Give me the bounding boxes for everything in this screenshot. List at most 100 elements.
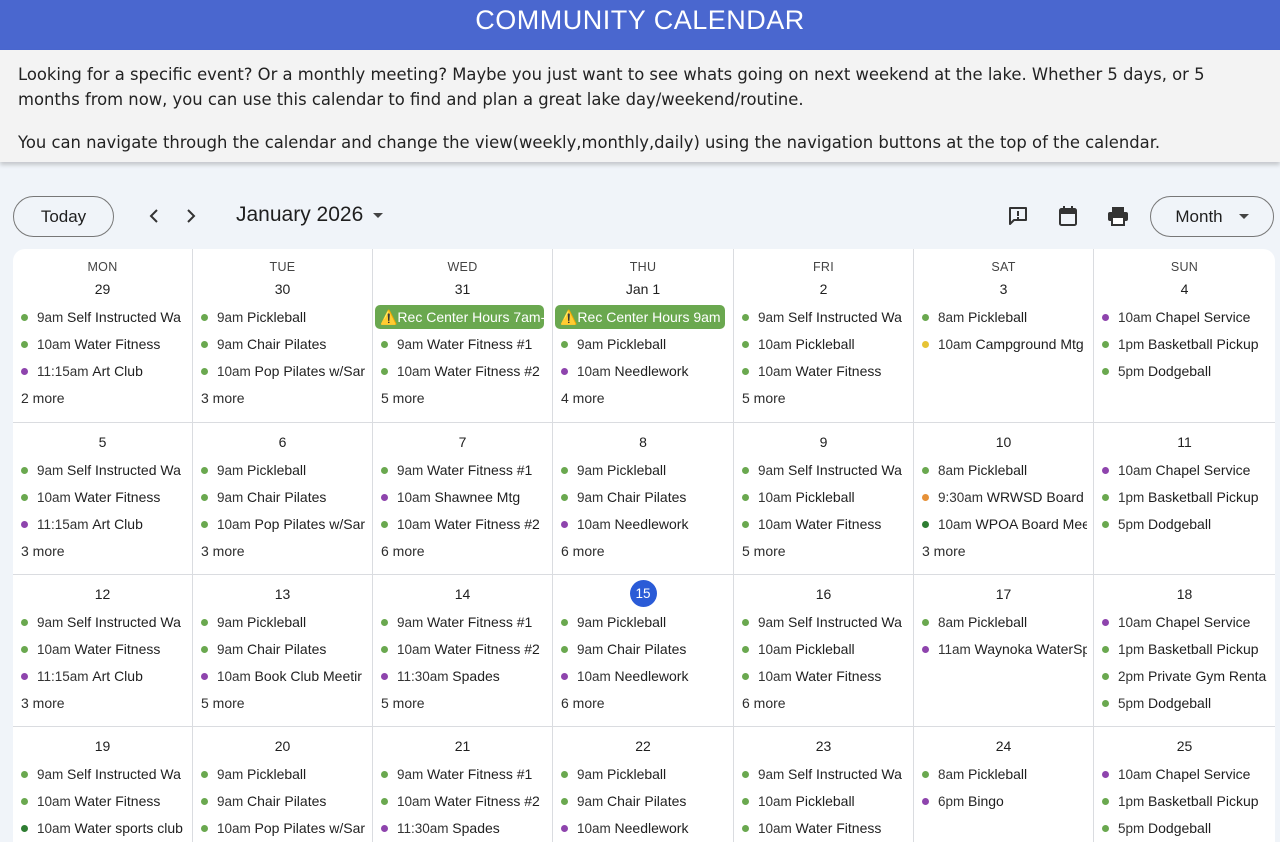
day-number[interactable]: 31 (373, 281, 552, 297)
view-selector-button[interactable]: Month (1150, 196, 1274, 237)
more-events-link[interactable]: 6 more (381, 543, 425, 559)
event-item[interactable]: 10am Pickleball (742, 333, 907, 355)
day-cell[interactable]: 25 10am Chapel Service 1pm Basketball Pick… (1094, 727, 1275, 842)
event-item[interactable]: 10am Water Fitness (21, 790, 186, 812)
day-number[interactable]: 21 (373, 738, 552, 754)
event-item[interactable]: 1pm Basketball Pickup (1102, 333, 1269, 355)
more-events-link[interactable]: 5 more (381, 390, 425, 406)
event-item[interactable]: 9am Chair Pilates (201, 333, 366, 355)
event-item[interactable]: 11:30am Spades (381, 665, 546, 687)
event-item[interactable]: 11:15am Art Club (21, 665, 186, 687)
day-cell[interactable]: 6 9am Pickleball 9am Chair Pilates 10am Pop… (193, 423, 373, 575)
day-cell[interactable]: 11 10am Chapel Service 1pm Basketball Pick… (1094, 423, 1275, 575)
event-item[interactable]: 10am Water Fitness #2 (381, 513, 546, 535)
event-item[interactable]: 9am Water Fitness #1 (381, 763, 546, 785)
day-cell[interactable]: 23 9am Self Instructed Wa 10am Pickleball 1… (734, 727, 914, 842)
calendar-icon[interactable] (1056, 204, 1080, 228)
day-cell[interactable]: 24 8am Pickleball 6pm Bingo (914, 727, 1094, 842)
day-number[interactable]: 12 (13, 586, 192, 602)
day-number[interactable]: 9 (734, 434, 913, 450)
more-events-link[interactable]: 6 more (742, 695, 786, 711)
event-item[interactable]: 10am Campground Mtg (922, 333, 1087, 355)
event-chip-allday[interactable]: ⚠️Rec Center Hours 7am- (375, 305, 544, 329)
event-item[interactable]: 10am Water Fitness #2 (381, 360, 546, 382)
day-number[interactable]: 17 (914, 586, 1093, 602)
event-item[interactable]: 10am Chapel Service (1102, 763, 1269, 785)
event-item[interactable]: 9am Pickleball (561, 763, 727, 785)
day-number[interactable]: 20 (193, 738, 372, 754)
day-number[interactable]: 15 (553, 580, 733, 607)
event-item[interactable]: 10am Water Fitness (21, 638, 186, 660)
day-number[interactable]: 6 (193, 434, 372, 450)
event-item[interactable]: 9am Pickleball (201, 306, 366, 328)
event-item[interactable]: 10am Chapel Service (1102, 611, 1269, 633)
event-item[interactable]: 9am Chair Pilates (201, 486, 366, 508)
event-item[interactable]: 10am Water Fitness (742, 513, 907, 535)
event-item[interactable]: 11:15am Art Club (21, 360, 186, 382)
more-events-link[interactable]: 5 more (201, 695, 245, 711)
event-item[interactable]: 9:30am WRWSD Board (922, 486, 1087, 508)
more-events-link[interactable]: 6 more (561, 695, 605, 711)
more-events-link[interactable]: 6 more (561, 543, 605, 559)
event-item[interactable]: 10am Pickleball (742, 486, 907, 508)
event-item[interactable]: 10am Shawnee Mtg (381, 486, 546, 508)
event-item[interactable]: 8am Pickleball (922, 763, 1087, 785)
day-number[interactable]: 4 (1094, 281, 1275, 297)
event-item[interactable]: 8am Pickleball (922, 306, 1087, 328)
event-item[interactable]: 10am Pop Pilates w/Sar (201, 360, 366, 382)
day-cell[interactable]: 13 9am Pickleball 9am Chair Pilates 10am Bo… (193, 575, 373, 727)
event-item[interactable]: 8am Pickleball (922, 611, 1087, 633)
day-cell[interactable]: SAT 3 8am Pickleball 10am Campground Mtg (914, 249, 1094, 423)
event-item[interactable]: 9am Self Instructed Wa (742, 459, 907, 481)
event-item[interactable]: 9am Self Instructed Wa (21, 611, 186, 633)
day-cell[interactable]: WED 31 ⚠️Rec Center Hours 7am- 9am Water Fi… (373, 249, 553, 423)
event-item[interactable]: 11am Waynoka WaterSp (922, 638, 1087, 660)
event-item[interactable]: 9am Pickleball (561, 333, 727, 355)
day-number[interactable]: 13 (193, 586, 372, 602)
day-cell[interactable]: THU Jan 1 ⚠️Rec Center Hours 9am 9am Pickle… (553, 249, 734, 423)
event-item[interactable]: 9am Self Instructed Wa (742, 611, 907, 633)
day-number[interactable]: 10 (914, 434, 1093, 450)
day-number[interactable]: 23 (734, 738, 913, 754)
event-item[interactable]: 9am Self Instructed Wa (21, 306, 186, 328)
event-item[interactable]: 2pm Private Gym Renta (1102, 665, 1269, 687)
event-chip-allday[interactable]: ⚠️Rec Center Hours 9am (555, 305, 725, 329)
event-item[interactable]: 9am Chair Pilates (561, 638, 727, 660)
event-item[interactable]: 5pm Dodgeball (1102, 817, 1269, 839)
event-item[interactable]: 1pm Basketball Pickup (1102, 790, 1269, 812)
event-item[interactable]: 9am Pickleball (561, 459, 727, 481)
event-item[interactable]: 9am Chair Pilates (201, 638, 366, 660)
event-item[interactable]: 10am Water Fitness #2 (381, 638, 546, 660)
event-item[interactable]: 9am Pickleball (201, 763, 366, 785)
day-number[interactable]: 19 (13, 738, 192, 754)
event-item[interactable]: 11:30am Spades (381, 817, 546, 839)
day-number[interactable]: 29 (13, 281, 192, 297)
day-number[interactable]: 30 (193, 281, 372, 297)
event-item[interactable]: 5pm Dodgeball (1102, 513, 1269, 535)
day-cell[interactable]: 20 9am Pickleball 9am Chair Pilates 10am Po… (193, 727, 373, 842)
day-number[interactable]: 2 (734, 281, 913, 297)
event-item[interactable]: 9am Self Instructed Wa (21, 763, 186, 785)
day-cell[interactable]: 14 9am Water Fitness #1 10am Water Fitness… (373, 575, 553, 727)
event-item[interactable]: 10am Pickleball (742, 790, 907, 812)
day-number[interactable]: 14 (373, 586, 552, 602)
more-events-link[interactable]: 3 more (201, 543, 245, 559)
day-cell[interactable]: 21 9am Water Fitness #1 10am Water Fitness… (373, 727, 553, 842)
more-events-link[interactable]: 3 more (922, 543, 966, 559)
more-events-link[interactable]: 5 more (381, 695, 425, 711)
day-number[interactable]: 11 (1094, 434, 1275, 450)
chevron-right-icon[interactable] (176, 200, 206, 232)
event-item[interactable]: 9am Self Instructed Wa (742, 763, 907, 785)
event-item[interactable]: 11:15am Art Club (21, 513, 186, 535)
event-item[interactable]: 10am Needlework (561, 817, 727, 839)
today-button[interactable]: Today (13, 196, 114, 237)
print-icon[interactable] (1106, 204, 1130, 228)
day-number[interactable]: 7 (373, 434, 552, 450)
event-item[interactable]: 9am Water Fitness #1 (381, 611, 546, 633)
event-item[interactable]: 6pm Bingo (922, 790, 1087, 812)
day-number[interactable]: 25 (1094, 738, 1275, 754)
event-item[interactable]: 9am Chair Pilates (561, 486, 727, 508)
day-cell[interactable]: 7 9am Water Fitness #1 10am Shawnee Mtg 10a… (373, 423, 553, 575)
more-events-link[interactable]: 3 more (21, 695, 65, 711)
day-cell[interactable]: 10 8am Pickleball 9:30am WRWSD Board 10am W… (914, 423, 1094, 575)
